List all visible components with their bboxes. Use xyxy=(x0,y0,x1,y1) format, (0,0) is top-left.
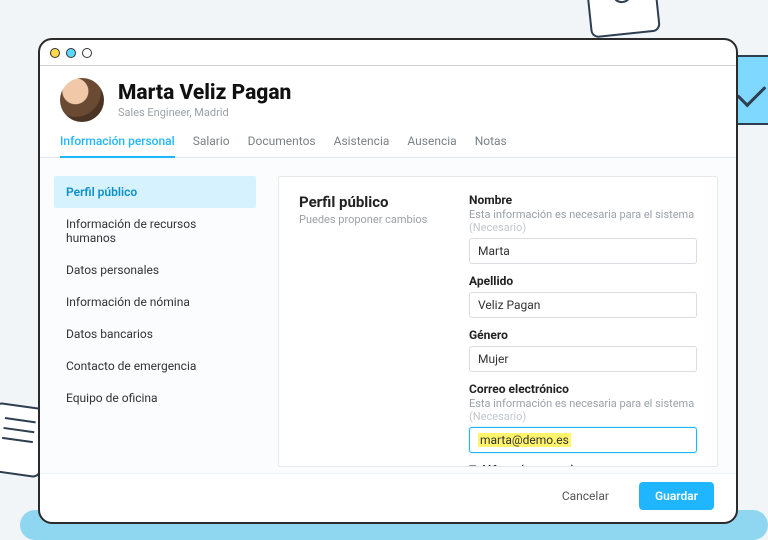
sidebar-item-nomina[interactable]: Información de nómina xyxy=(54,286,256,318)
sidebar-item-equipo[interactable]: Equipo de oficina xyxy=(54,382,256,414)
sidebar: Perfil público Información de recursos h… xyxy=(40,158,270,473)
sidebar-item-rrhh[interactable]: Información de recursos humanos xyxy=(54,208,256,254)
input-nombre[interactable]: Marta xyxy=(469,238,697,264)
input-correo-value: marta@demo.es xyxy=(478,433,571,447)
field-correo: Correo electrónico Esta información es n… xyxy=(469,382,697,453)
hint-nombre: Esta información es necesaria para el si… xyxy=(469,208,697,234)
avatar xyxy=(60,78,104,122)
tab-notas[interactable]: Notas xyxy=(475,134,507,157)
profile-role: Sales Engineer, Madrid xyxy=(118,106,291,119)
panel-title: Perfil público xyxy=(299,193,429,211)
label-correo: Correo electrónico xyxy=(469,382,697,396)
save-button[interactable]: Guardar xyxy=(639,482,714,510)
sidebar-item-bancarios[interactable]: Datos bancarios xyxy=(54,318,256,350)
decor-note-top xyxy=(585,0,661,38)
profile-name: Marta Veliz Pagan xyxy=(118,81,291,105)
sidebar-item-perfil-publico[interactable]: Perfil público xyxy=(54,176,256,208)
input-apellido[interactable]: Veliz Pagan xyxy=(469,292,697,318)
tab-salario[interactable]: Salario xyxy=(193,134,230,157)
sidebar-item-emergencia[interactable]: Contacto de emergencia xyxy=(54,350,256,382)
app-window: Marta Veliz Pagan Sales Engineer, Madrid… xyxy=(38,38,738,524)
field-genero: Género Mujer xyxy=(469,328,697,372)
traffic-light-blue[interactable] xyxy=(66,48,76,58)
panel-subtitle: Puedes proponer cambios xyxy=(299,213,429,226)
content-body: Perfil público Información de recursos h… xyxy=(40,158,736,473)
label-genero: Género xyxy=(469,328,697,342)
sidebar-item-datos-personales[interactable]: Datos personales xyxy=(54,254,256,286)
cancel-button[interactable]: Cancelar xyxy=(546,482,625,510)
label-telefono: Teléfono (empresa) xyxy=(469,463,697,467)
label-nombre: Nombre xyxy=(469,193,697,207)
label-apellido: Apellido xyxy=(469,274,697,288)
field-apellido: Apellido Veliz Pagan xyxy=(469,274,697,318)
footer: Cancelar Guardar xyxy=(40,473,736,522)
profile-header: Marta Veliz Pagan Sales Engineer, Madrid xyxy=(40,66,736,128)
tab-ausencia[interactable]: Ausencia xyxy=(407,134,456,157)
window-titlebar xyxy=(40,40,736,66)
tab-documentos[interactable]: Documentos xyxy=(248,134,316,157)
tabs: Información personal Salario Documentos … xyxy=(40,128,736,158)
field-nombre: Nombre Esta información es necesaria par… xyxy=(469,193,697,264)
tab-asistencia[interactable]: Asistencia xyxy=(334,134,390,157)
tab-info-personal[interactable]: Información personal xyxy=(60,134,175,158)
traffic-light-yellow[interactable] xyxy=(50,48,60,58)
input-genero[interactable]: Mujer xyxy=(469,346,697,372)
form-panel: Perfil público Puedes proponer cambios N… xyxy=(278,176,718,467)
input-correo[interactable]: marta@demo.es xyxy=(469,427,697,453)
hint-correo: Esta información es necesaria para el si… xyxy=(469,397,697,423)
traffic-light-white[interactable] xyxy=(82,48,92,58)
field-telefono: Teléfono (empresa) 910607227 xyxy=(469,463,697,467)
